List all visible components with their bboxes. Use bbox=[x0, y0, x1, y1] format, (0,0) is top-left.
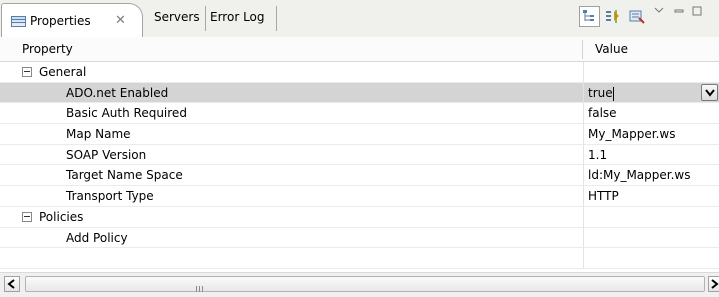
tab-divider bbox=[205, 6, 206, 31]
tab-servers[interactable]: Servers bbox=[154, 10, 200, 24]
property-value[interactable]: HTTP bbox=[588, 189, 619, 203]
property-row-ado-net-enabled[interactable]: ADO.net Enabled true bbox=[0, 82, 719, 104]
category-label: General bbox=[39, 65, 87, 79]
chevron-left-icon bbox=[7, 279, 15, 289]
property-row-add-policy[interactable]: Add Policy bbox=[0, 227, 719, 249]
tab-properties-label: Properties bbox=[30, 14, 91, 28]
view-menu-icon[interactable] bbox=[653, 5, 670, 22]
scroll-left-button[interactable] bbox=[4, 276, 20, 292]
column-header-property[interactable]: Property bbox=[22, 42, 73, 56]
dropdown-button[interactable] bbox=[701, 83, 718, 101]
restore-default-icon[interactable] bbox=[628, 8, 645, 25]
property-value[interactable]: 1.1 bbox=[588, 148, 607, 162]
tab-properties[interactable]: Properties ✕ bbox=[1, 3, 143, 37]
show-categories-icon[interactable] bbox=[579, 6, 600, 27]
table-header: Property Value bbox=[0, 37, 719, 62]
show-advanced-icon[interactable] bbox=[604, 8, 621, 25]
property-name: ADO.net Enabled bbox=[66, 85, 169, 100]
category-row-policies[interactable]: Policies bbox=[0, 206, 719, 228]
tab-divider bbox=[276, 6, 277, 31]
view-tab-bar: Properties ✕ Servers Error Log bbox=[0, 0, 719, 38]
close-icon[interactable]: ✕ bbox=[115, 13, 126, 28]
horizontal-scrollbar[interactable] bbox=[0, 272, 719, 297]
scroll-right-button[interactable] bbox=[708, 276, 719, 292]
property-row-map-name[interactable]: Map Name My_Mapper.ws bbox=[0, 124, 719, 145]
property-row-basic-auth-required[interactable]: Basic Auth Required false bbox=[0, 103, 719, 125]
property-row-soap-version[interactable]: SOAP Version 1.1 bbox=[0, 144, 719, 166]
empty-row bbox=[0, 248, 719, 269]
property-row-transport-type[interactable]: Transport Type HTTP bbox=[0, 186, 719, 207]
property-value[interactable]: ld:My_Mapper.ws bbox=[588, 168, 691, 182]
scrollbar-thumb[interactable] bbox=[25, 276, 705, 292]
column-resize-handle[interactable] bbox=[582, 40, 583, 59]
property-name: Map Name bbox=[66, 127, 131, 142]
properties-view-icon bbox=[11, 16, 26, 27]
property-value[interactable]: false bbox=[588, 106, 617, 120]
maximize-icon[interactable] bbox=[691, 5, 708, 22]
minimize-icon[interactable] bbox=[673, 5, 690, 22]
property-name: Target Name Space bbox=[66, 168, 183, 183]
property-name: SOAP Version bbox=[66, 147, 147, 162]
grip-icon bbox=[196, 281, 205, 295]
property-name: Basic Auth Required bbox=[66, 106, 187, 121]
property-value-editor[interactable]: true bbox=[588, 86, 613, 100]
text-caret bbox=[613, 86, 614, 101]
category-label: Policies bbox=[39, 209, 84, 224]
property-table: General ADO.net Enabled true Basic Auth … bbox=[0, 62, 719, 269]
property-row-target-name-space[interactable]: Target Name Space ld:My_Mapper.ws bbox=[0, 165, 719, 187]
collapse-icon[interactable] bbox=[22, 67, 32, 77]
property-value[interactable]: My_Mapper.ws bbox=[588, 127, 676, 141]
chevron-down-icon bbox=[705, 89, 715, 97]
column-header-value[interactable]: Value bbox=[595, 42, 628, 56]
chevron-right-icon bbox=[711, 279, 719, 289]
property-name: Add Policy bbox=[66, 230, 128, 245]
category-row-general[interactable]: General bbox=[0, 62, 719, 83]
tab-error-log[interactable]: Error Log bbox=[210, 10, 265, 24]
collapse-icon[interactable] bbox=[22, 211, 32, 222]
property-name: Transport Type bbox=[66, 189, 154, 204]
